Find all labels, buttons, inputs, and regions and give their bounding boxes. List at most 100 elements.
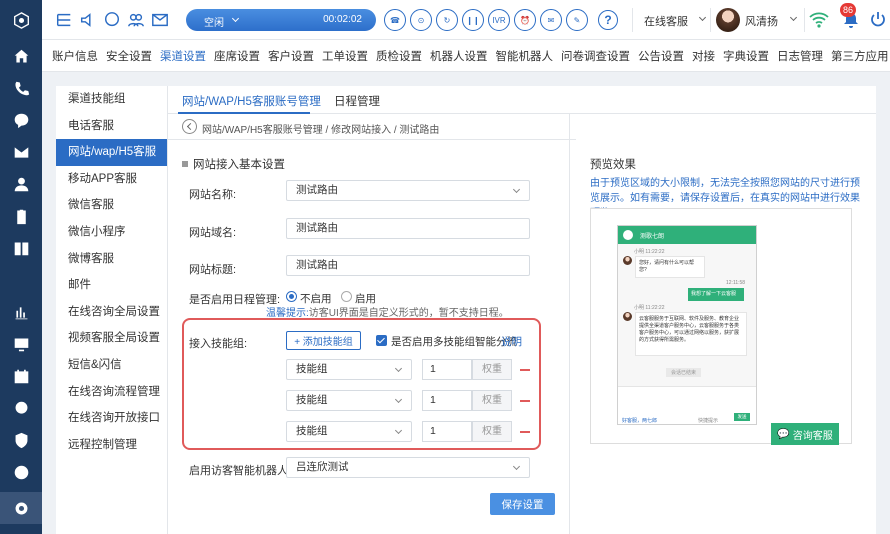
- footer-left: 好客服，两七郎: [622, 418, 658, 424]
- wifi-icon: [809, 11, 829, 32]
- message-icon[interactable]: [0, 392, 42, 424]
- alarm-icon[interactable]: ⏰: [514, 9, 536, 31]
- monitor-icon[interactable]: [0, 328, 42, 360]
- subnav-item[interactable]: 微信客服: [56, 192, 167, 219]
- user-name[interactable]: 风清扬: [745, 13, 778, 29]
- top-bar: 空闲 00:02:02 ☎ ⊙ ↻ ❙❙ IVR ⏰ ✉ ✎ ? 在线客服 风清…: [42, 0, 890, 40]
- logo-icon: [0, 0, 42, 40]
- add-skill-button[interactable]: + 添加技能组: [286, 331, 361, 350]
- chevron-down-icon: [394, 395, 403, 404]
- site-title-label: 网站标题:: [189, 264, 237, 276]
- menu-item[interactable]: 问卷调查设置: [561, 48, 630, 64]
- smart-route-label[interactable]: 是否启用多技能组智能分流: [391, 334, 517, 349]
- skill-select[interactable]: 技能组: [286, 390, 412, 411]
- mail-icon[interactable]: [0, 136, 42, 168]
- chevron-down-icon: [394, 426, 403, 435]
- calendar-icon[interactable]: [0, 360, 42, 392]
- robot-select[interactable]: 吕连欣测试: [286, 457, 530, 478]
- explain-link[interactable]: 说明: [501, 334, 522, 349]
- phone-icon[interactable]: [0, 72, 42, 104]
- schedule-on-radio[interactable]: [341, 291, 352, 302]
- save-button[interactable]: 保存设置: [490, 493, 555, 515]
- sms-icon[interactable]: ✉: [540, 9, 562, 31]
- subnav-item[interactable]: 微信小程序: [56, 219, 167, 246]
- online-status-label: 在线客服: [644, 16, 688, 28]
- chat-icon[interactable]: [0, 104, 42, 136]
- subnav-item[interactable]: 移动APP客服: [56, 166, 167, 193]
- chevron-down-icon: [512, 185, 521, 194]
- robot-value: 吕连欣测试: [296, 461, 349, 473]
- chevron-down-icon: [789, 13, 798, 22]
- subnav-item[interactable]: 微博客服: [56, 246, 167, 273]
- send-button: 发送: [734, 413, 750, 421]
- subnav-item[interactable]: 在线咨询全局设置: [56, 299, 167, 326]
- subnav-item[interactable]: 短信&闪信: [56, 352, 167, 379]
- menu-item[interactable]: 安全设置: [106, 48, 152, 64]
- dialpad-icon[interactable]: [54, 10, 74, 30]
- help-icon[interactable]: ?: [598, 10, 618, 30]
- call-timer: 00:02:02: [323, 14, 362, 25]
- home-icon[interactable]: [0, 40, 42, 72]
- tab-account-management[interactable]: 网站/WAP/H5客服账号管理: [182, 93, 321, 109]
- link-icon[interactable]: [0, 456, 42, 488]
- site-title-input[interactable]: 测试路由: [286, 255, 530, 276]
- envelope-icon[interactable]: [150, 10, 170, 30]
- subnav-item[interactable]: 在线咨询流程管理: [56, 379, 167, 406]
- avatar[interactable]: [716, 8, 740, 32]
- ivr-button[interactable]: IVR: [488, 9, 510, 31]
- edit-icon[interactable]: ✎: [566, 9, 588, 31]
- site-name-select[interactable]: 测试路由: [286, 180, 530, 201]
- subnav-item[interactable]: 远程控制管理: [56, 432, 167, 459]
- remove-skill-icon[interactable]: [520, 431, 530, 433]
- pause-icon[interactable]: ❙❙: [462, 9, 484, 31]
- agent-status[interactable]: 空闲: [204, 14, 224, 29]
- menu-item[interactable]: 日志管理: [777, 48, 823, 64]
- menu-item[interactable]: 公告设置: [638, 48, 684, 64]
- menu-item[interactable]: 智能机器人: [496, 48, 554, 64]
- power-icon[interactable]: [869, 11, 887, 32]
- tab-schedule-management[interactable]: 日程管理: [334, 93, 380, 109]
- menu-item[interactable]: 账户信息: [52, 48, 98, 64]
- menu-item[interactable]: 座席设置: [214, 48, 260, 64]
- chat-bubble-icon[interactable]: [102, 10, 122, 30]
- contacts-icon[interactable]: [126, 10, 146, 30]
- menu-item[interactable]: 字典设置: [723, 48, 769, 64]
- menu-item[interactable]: 客户设置: [268, 48, 314, 64]
- weight-input[interactable]: 1: [422, 421, 472, 442]
- bar-chart-icon[interactable]: [0, 296, 42, 328]
- clipboard-icon[interactable]: [0, 200, 42, 232]
- subnav-item[interactable]: 视频客服全局设置: [56, 325, 167, 352]
- settings-icon[interactable]: [0, 492, 42, 524]
- hangup-icon[interactable]: ☎: [384, 9, 406, 31]
- remove-skill-icon[interactable]: [520, 369, 530, 371]
- online-status-select[interactable]: 在线客服: [644, 13, 707, 29]
- weight-input[interactable]: 1: [422, 359, 472, 380]
- menu-item[interactable]: 渠道设置: [160, 48, 206, 64]
- remove-skill-icon[interactable]: [520, 400, 530, 402]
- smart-route-checkbox[interactable]: [376, 335, 387, 346]
- subnav-item[interactable]: 渠道技能组: [56, 86, 167, 113]
- shield-icon[interactable]: [0, 424, 42, 456]
- refresh-icon[interactable]: ↻: [436, 9, 458, 31]
- subnav-item[interactable]: 在线咨询开放接口: [56, 405, 167, 432]
- schedule-off-radio[interactable]: [286, 291, 297, 302]
- menu-item[interactable]: 对接: [692, 48, 715, 64]
- skill-select[interactable]: 技能组: [286, 359, 412, 380]
- menu-item[interactable]: 第三方应用: [831, 48, 889, 64]
- skill-select[interactable]: 技能组: [286, 421, 412, 442]
- menu-item[interactable]: 质检设置: [376, 48, 422, 64]
- speaker-icon[interactable]: [78, 10, 98, 30]
- menu-item[interactable]: 工单设置: [322, 48, 368, 64]
- subnav-item[interactable]: 电话客服: [56, 113, 167, 140]
- menu-item[interactable]: 机器人设置: [430, 48, 488, 64]
- book-icon[interactable]: [0, 232, 42, 264]
- weight-input[interactable]: 1: [422, 390, 472, 411]
- subnav-item[interactable]: 网站/wap/H5客服: [56, 139, 167, 166]
- call-status-bar[interactable]: 空闲 00:02:02: [186, 9, 376, 31]
- user-icon[interactable]: [0, 168, 42, 200]
- back-icon[interactable]: [182, 119, 197, 134]
- transfer-icon[interactable]: ⊙: [410, 9, 432, 31]
- blank-slot: [0, 264, 42, 296]
- domain-input[interactable]: 测试路由: [286, 218, 530, 239]
- subnav-item[interactable]: 邮件: [56, 272, 167, 299]
